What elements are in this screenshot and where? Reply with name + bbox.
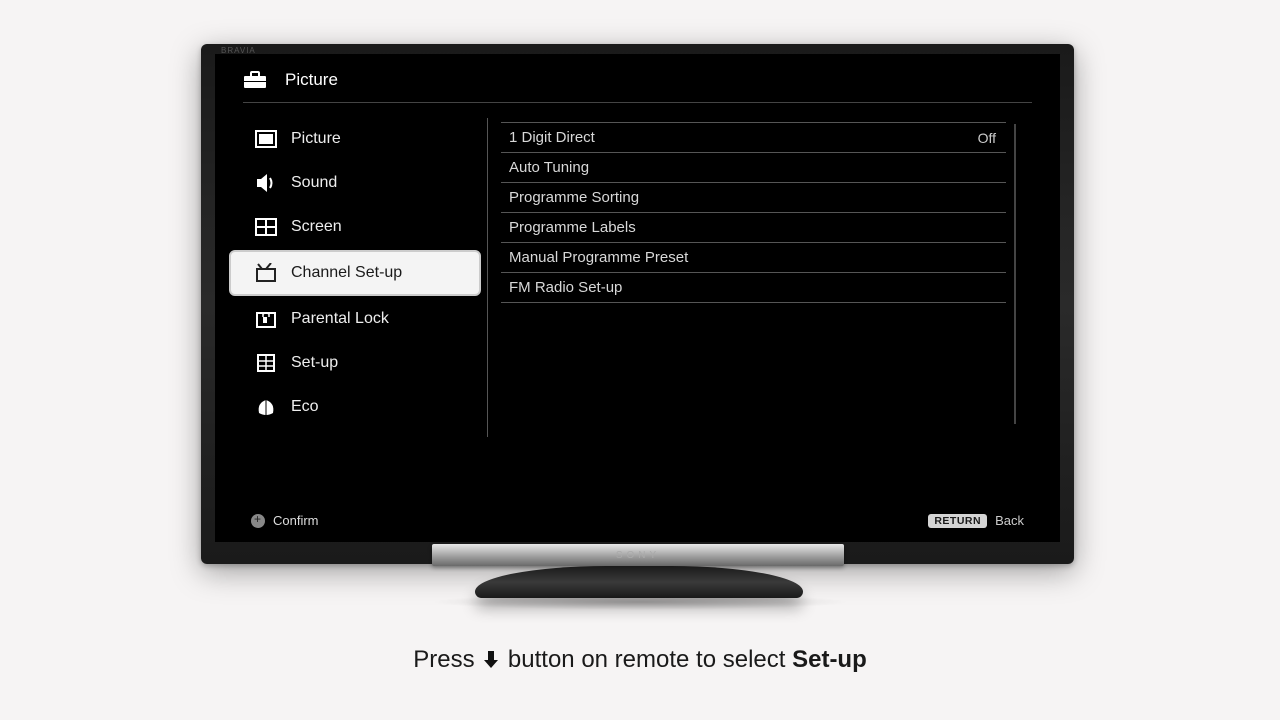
sidebar-item-label: Set-up (291, 354, 338, 372)
sound-icon (255, 172, 277, 194)
sidebar-item-sound[interactable]: Sound (229, 162, 481, 204)
down-arrow-icon (483, 648, 499, 676)
sidebar-item-eco[interactable]: Eco (229, 386, 481, 428)
instruction-prefix: Press (413, 646, 481, 673)
sidebar-item-setup[interactable]: Set-up (229, 342, 481, 384)
sidebar-item-picture[interactable]: Picture (229, 118, 481, 160)
return-badge: RETURN (928, 514, 987, 528)
header-title: Picture (285, 70, 338, 90)
screen-icon (255, 216, 277, 238)
sidebar: Picture Sound Screen (229, 116, 481, 430)
scrollbar[interactable] (1014, 124, 1016, 424)
setup-icon (255, 352, 277, 374)
confirm-label: Confirm (273, 513, 319, 528)
sidebar-item-screen[interactable]: Screen (229, 206, 481, 248)
submenu-row-label: Auto Tuning (509, 159, 589, 176)
tv-speaker-bar: SONY (432, 544, 844, 566)
back-hint: RETURN Back (928, 513, 1024, 528)
toolbox-icon (243, 70, 267, 90)
sidebar-item-label: Screen (291, 218, 342, 236)
lock-icon (255, 308, 277, 330)
submenu-row-programme-sorting[interactable]: Programme Sorting (501, 182, 1006, 212)
submenu-row-auto-tuning[interactable]: Auto Tuning (501, 152, 1006, 182)
submenu-row-label: Programme Labels (509, 219, 636, 236)
sidebar-item-label: Sound (291, 174, 337, 192)
sidebar-item-label: Eco (291, 398, 319, 416)
tv-screen: Picture Picture Sound (215, 54, 1060, 542)
footer: Confirm RETURN Back (251, 513, 1024, 528)
eco-icon (255, 396, 277, 418)
submenu-panel: 1 Digit Direct Off Auto Tuning Programme… (501, 122, 1006, 303)
instruction-text: Press button on remote to select Set-up (0, 646, 1280, 676)
tv-brand-label: SONY (616, 550, 660, 561)
tv-frame: BRAVIA Picture Picture (201, 44, 1074, 564)
submenu-row-label: Manual Programme Preset (509, 249, 688, 266)
submenu-row-1-digit-direct[interactable]: 1 Digit Direct Off (501, 122, 1006, 152)
tv-stand-shadow (430, 594, 850, 610)
instruction-mid: button on remote to select (508, 646, 792, 673)
back-label: Back (995, 513, 1024, 528)
submenu-row-manual-programme-preset[interactable]: Manual Programme Preset (501, 242, 1006, 272)
dpad-center-icon (251, 514, 265, 528)
picture-icon (255, 128, 277, 150)
submenu-row-label: 1 Digit Direct (509, 129, 595, 146)
sidebar-item-label: Parental Lock (291, 310, 389, 328)
submenu-row-label: Programme Sorting (509, 189, 639, 206)
sidebar-item-parental-lock[interactable]: Parental Lock (229, 298, 481, 340)
sidebar-item-label: Picture (291, 130, 341, 148)
sidebar-item-label: Channel Set-up (291, 264, 402, 282)
menu-header: Picture (243, 70, 1032, 103)
sidebar-item-channel-setup[interactable]: Channel Set-up (229, 250, 481, 296)
instruction-target: Set-up (792, 646, 867, 673)
content-area: Picture Sound Screen (229, 114, 1046, 492)
confirm-hint: Confirm (251, 513, 319, 528)
submenu-row-label: FM Radio Set-up (509, 279, 622, 296)
submenu-row-programme-labels[interactable]: Programme Labels (501, 212, 1006, 242)
submenu-row-value: Off (978, 130, 996, 146)
vertical-divider (487, 118, 488, 437)
channel-icon (255, 262, 277, 284)
submenu-row-fm-radio-setup[interactable]: FM Radio Set-up (501, 272, 1006, 303)
